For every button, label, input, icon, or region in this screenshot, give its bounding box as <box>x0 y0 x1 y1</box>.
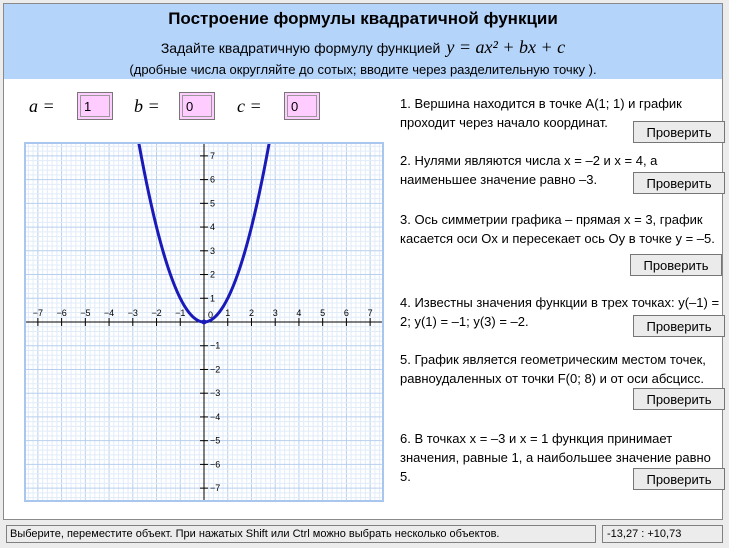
param-c-box <box>284 92 320 120</box>
x-tick-label: −4 <box>104 308 114 318</box>
x-tick-label: 3 <box>273 308 278 318</box>
y-tick-label: 5 <box>210 198 215 208</box>
status-message: Выберите, переместите объект. При нажаты… <box>6 525 596 543</box>
check-button-3[interactable]: Проверить <box>630 254 722 276</box>
y-tick-label: −4 <box>210 412 220 422</box>
param-c-label: c = <box>237 96 262 116</box>
x-tick-label: 4 <box>296 308 301 318</box>
y-tick-label: 4 <box>210 222 215 232</box>
check-button-1[interactable]: Проверить <box>633 121 725 143</box>
check-button-2[interactable]: Проверить <box>633 172 725 194</box>
task-5: 5. График является геометрическим местом… <box>400 350 722 388</box>
task-3: 3. Ось симметрии графика – прямая x = 3,… <box>400 210 722 248</box>
y-tick-label: −5 <box>210 436 220 446</box>
y-tick-label: 7 <box>210 151 215 161</box>
x-tick-label: −1 <box>175 308 185 318</box>
coordinate-plane[interactable]: −7 −7 −6 −6 −5 −5 −4 −4 −3 −3 −2 −2 −1 −1 11 2 2 3 3 4 4 5 5 6 6… <box>26 144 382 500</box>
y-tick-label: −3 <box>210 388 220 398</box>
status-bar: Выберите, переместите объект. При нажаты… <box>0 523 729 548</box>
y-tick-label: −7 <box>210 483 220 493</box>
x-tick-label: 5 <box>320 308 325 318</box>
param-a-label: a = <box>29 96 55 116</box>
check-button-5[interactable]: Проверить <box>633 388 725 410</box>
param-b-box <box>179 92 215 120</box>
x-tick-label: 6 <box>344 308 349 318</box>
x-tick-label: 1 <box>225 308 230 318</box>
page-title: Построение формулы квадратичной функции <box>168 9 558 28</box>
x-tick-label: −2 <box>151 308 161 318</box>
graph-panel[interactable]: −7 −7 −6 −6 −5 −5 −4 −4 −3 −3 −2 −2 −1 −1 1 1 2 2 3 3 4 4 5 5 6 6… <box>24 142 384 502</box>
param-c-input[interactable] <box>287 95 317 117</box>
y-tick-label: 1 <box>210 293 215 303</box>
x-tick-label: 7 <box>368 308 373 318</box>
y-tick-label: 3 <box>210 246 215 256</box>
param-b-label: b = <box>134 96 160 116</box>
x-tick-label: −6 <box>56 308 66 318</box>
y-tick-label: 6 <box>210 175 215 185</box>
param-a-box <box>77 92 113 120</box>
applet-frame: Построение формулы квадратичной функции … <box>3 3 725 520</box>
task-2-text: 2. Нулями являются числа x = –2 и x = 4,… <box>400 153 658 187</box>
task-5-text: 5. График является геометрическим местом… <box>400 352 706 386</box>
instruction-line: Задайте квадратичную формулу функцией y =… <box>4 37 722 58</box>
rounding-note: (дробные числа округляйте до сотых; ввод… <box>129 62 597 77</box>
param-a-input[interactable] <box>80 95 110 117</box>
vertex-point <box>201 319 207 325</box>
task-3-text: 3. Ось симметрии графика – прямая x = 3,… <box>400 212 715 246</box>
param-b-input[interactable] <box>182 95 212 117</box>
check-button-4[interactable]: Проверить <box>633 315 725 337</box>
y-tick-label: −6 <box>210 459 220 469</box>
x-tick-label: −3 <box>128 308 138 318</box>
y-tick-label: −1 <box>210 341 220 351</box>
x-tick-label: 2 <box>249 308 254 318</box>
x-tick-label: −7 <box>33 308 43 318</box>
formula-text: y = ax² + bx + c <box>446 37 566 57</box>
cursor-coordinates: -13,27 : +10,73 <box>602 525 723 543</box>
instruction-text: Задайте квадратичную формулу функцией <box>160 40 441 56</box>
y-tick-label: −2 <box>210 364 220 374</box>
check-button-6[interactable]: Проверить <box>633 468 725 490</box>
y-tick-label: 2 <box>210 270 215 280</box>
x-tick-label: −5 <box>80 308 90 318</box>
header-panel: Построение формулы квадратичной функции … <box>4 4 722 79</box>
